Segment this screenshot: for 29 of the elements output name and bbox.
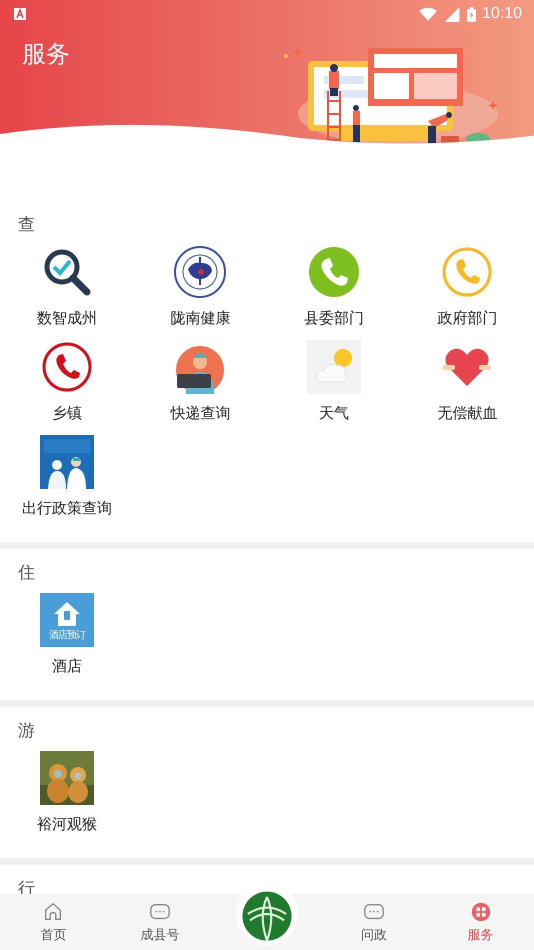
- app-notification-icon: [14, 8, 26, 20]
- section-heading: 游: [18, 720, 35, 743]
- service-label[interactable]: 乡镇: [52, 403, 82, 423]
- hotel-caption: 酒店预订: [48, 629, 85, 643]
- nav-tab[interactable]: 服务: [427, 894, 534, 950]
- house-icon: [52, 599, 82, 629]
- section-heading: 住: [18, 562, 35, 585]
- section-heading: 查: [18, 214, 35, 237]
- weather-icon: [306, 340, 361, 394]
- signal-icon: [442, 6, 461, 22]
- page-title: 服务: [22, 39, 70, 70]
- service-label[interactable]: 快递查询: [170, 403, 230, 423]
- service-label[interactable]: 陇南健康: [170, 308, 230, 328]
- service-icon: [470, 900, 492, 922]
- service-label[interactable]: 出行政策查询: [22, 498, 112, 518]
- service-label[interactable]: 无偿献血: [437, 403, 498, 423]
- nav-tab[interactable]: 首页: [0, 894, 107, 950]
- status-time: 10:10: [482, 5, 522, 23]
- emblem-icon: [173, 245, 228, 299]
- nav-tab[interactable]: 问政: [320, 894, 428, 950]
- service-label[interactable]: 裕河观猴: [36, 814, 97, 834]
- service-label[interactable]: 政府部门: [437, 308, 498, 328]
- wifi-icon: [418, 6, 437, 22]
- service-label[interactable]: 天气: [318, 403, 349, 423]
- battery-icon: [466, 6, 476, 22]
- service-label[interactable]: 县委部门: [304, 308, 364, 328]
- service-label[interactable]: 酒店: [52, 656, 82, 676]
- service-label[interactable]: 数智成州: [36, 308, 97, 328]
- nav-tab[interactable]: 成县号: [106, 894, 214, 950]
